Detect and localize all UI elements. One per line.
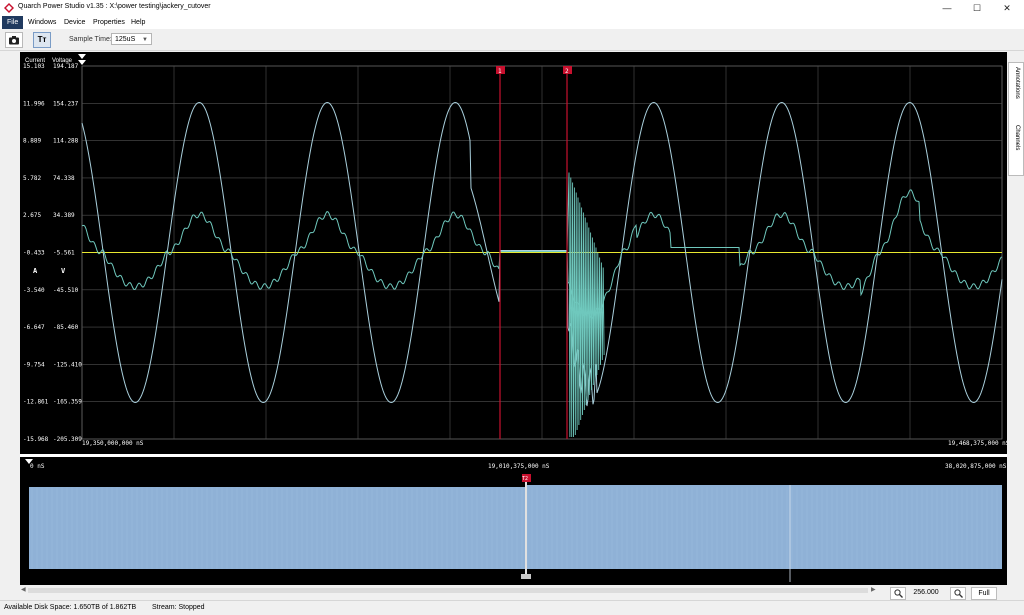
overview-time-end: 38,020,875,000 nS [945,463,1007,470]
current-tick-label: -15.968 [23,436,49,443]
voltage-tick-label: -165.359 [53,399,82,406]
voltage-tick-label: -125.410 [53,361,82,368]
zoom-out-button[interactable] [950,587,966,600]
voltage-tick-label: 154.237 [53,100,79,107]
overview-time-start: 0 nS [30,463,45,470]
text-annotation-button[interactable]: Tт [33,32,51,48]
current-tick-label: 5.782 [23,175,41,182]
sample-time-value: 125uS [115,36,136,43]
scroll-track[interactable] [28,588,868,593]
stream-status: Stream: Stopped [152,604,205,611]
voltage-axis-header: Voltage [52,58,73,64]
chevron-down-icon: ▼ [142,37,148,43]
voltage-tick-label: 114.288 [53,138,79,145]
current-tick-label: -9.754 [23,361,45,368]
screenshot-button[interactable] [5,32,23,48]
zoom-level: 256.000 [913,589,939,596]
current-axis-header: Current [25,58,45,64]
sample-time-select[interactable]: 125uS ▼ [111,33,152,45]
menu-properties[interactable]: Properties [88,16,130,29]
zoom-full-button[interactable]: Full [971,587,997,600]
status-bar: Available Disk Space: 1.650TB of 1.862TB… [0,600,1024,615]
minimize-button[interactable]: — [932,0,962,16]
time-end-label: 19,468,375,000 nS [948,440,1007,447]
scroll-left-icon[interactable]: ◀ [21,586,26,593]
overview-band-left [29,487,526,569]
current-tick-label: 2.675 [23,212,41,219]
tab-annotations[interactable]: Annotations [1014,67,1020,99]
main-chart[interactable]: 15.103 194.187 11.996 154.237 8.889 114.288 5.… [20,52,1010,454]
horizontal-scrollbar[interactable]: ◀ ▶ [20,586,878,595]
overview-band-right [527,485,1002,569]
toolbar: Tт Sample Time: 125uS ▼ [0,29,1024,51]
menu-help[interactable]: Help [126,16,150,29]
current-tick-label: -12.861 [23,399,49,406]
voltage-tick-label: 34.389 [53,212,75,219]
current-tick-label: 11.996 [23,100,45,107]
main-chart-svg[interactable]: 15.103 194.187 11.996 154.237 8.889 114.288 5.… [20,52,1010,454]
scroll-right-icon[interactable]: ▶ [871,586,876,593]
voltage-tick-label: -85.460 [53,324,79,331]
voltage-tick-label: 194.187 [53,63,79,70]
side-tab-strip: Annotations Channels [1008,62,1024,176]
title-bar: Quarch Power Studio v1.35 : X:\power tes… [0,0,1024,17]
voltage-tick-label: -205.309 [53,436,82,443]
overview-chart[interactable]: 0 nS 19,010,375,000 nS 38,020,875,000 nS T2 [20,457,1007,585]
overview-marker-label: T2 [522,476,528,482]
maximize-button[interactable]: ☐ [962,0,992,16]
close-button[interactable]: ✕ [992,0,1022,16]
cursor-marker-label: 2 [565,68,569,75]
voltage-tick-label: -45.510 [53,287,79,294]
zoom-out-icon [953,589,963,598]
voltage-tick-label: 74.338 [53,175,75,182]
zoom-controls: 256.000 Full [880,585,1004,600]
zoom-in-icon [893,589,903,598]
current-tick-label: -3.540 [23,287,45,294]
overview-cursor-handle [521,574,531,579]
time-start-label: 19,350,000,000 nS [82,440,144,447]
text-tool-icon: Tт [37,35,47,44]
current-tick-label: 15.103 [23,63,45,70]
side-tab-panel: Annotations Channels [1007,52,1024,454]
app-logo-icon [4,3,14,13]
current-tick-label: -6.647 [23,324,45,331]
current-tick-label: 8.889 [23,138,41,145]
disk-space-status: Available Disk Space: 1.650TB of 1.862TB [4,604,137,611]
menu-file[interactable]: File [2,16,24,29]
menu-device[interactable]: Device [59,16,90,29]
voltage-tick-label: -5.561 [53,250,75,257]
menu-windows[interactable]: Windows [23,16,61,29]
camera-icon [9,36,19,45]
current-tick-label: -0.433 [23,250,45,257]
window-title: Quarch Power Studio v1.35 : X:\power tes… [18,3,211,10]
menu-bar: File Windows Device Properties Help [0,16,1024,29]
overview-chart-svg[interactable]: 0 nS 19,010,375,000 nS 38,020,875,000 nS T2 [20,457,1007,585]
tab-channels[interactable]: Channels [1014,125,1020,150]
sample-time-label: Sample Time: [69,36,112,43]
overview-time-mid: 19,010,375,000 nS [488,463,550,470]
zoom-in-button[interactable] [890,587,906,600]
cursor-marker-label: 1 [498,68,502,75]
